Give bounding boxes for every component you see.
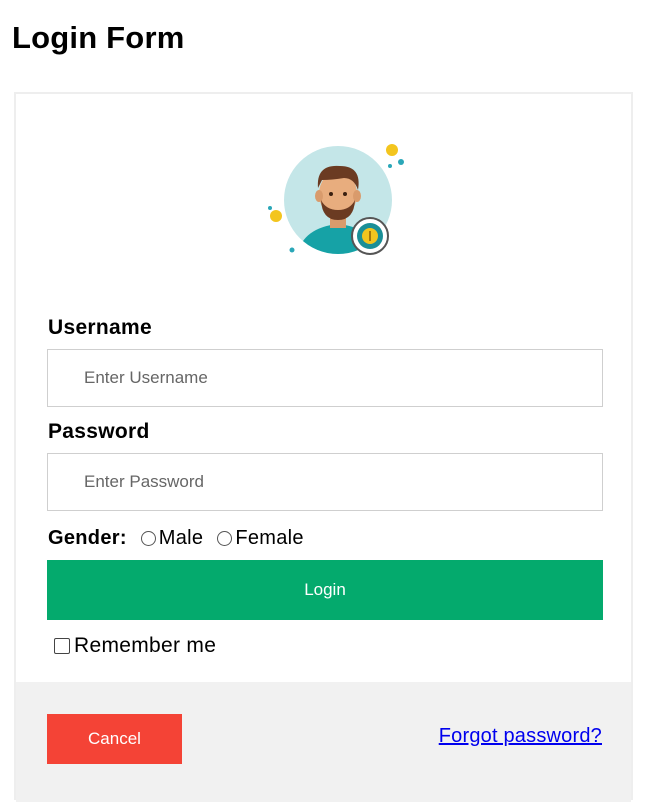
gender-option-male[interactable]: Male (140, 526, 204, 550)
remember-checkbox[interactable] (54, 638, 70, 654)
gender-row: Gender: Male Female (48, 524, 318, 552)
cancel-button[interactable]: Cancel (47, 714, 182, 764)
page-title: Login Form (12, 20, 185, 55)
male-radio[interactable] (140, 530, 156, 546)
username-input[interactable] (47, 349, 603, 407)
user-avatar-icon (268, 144, 404, 255)
remember-me[interactable]: Remember me (54, 634, 216, 658)
female-radio[interactable] (217, 530, 233, 546)
login-card: Username Password Gender: Male Female Lo… (14, 92, 633, 802)
remember-label: Remember me (74, 634, 217, 657)
form-footer: Cancel Forgot password? (16, 682, 631, 802)
username-label: Username (48, 316, 152, 339)
login-button[interactable]: Login (47, 560, 603, 620)
female-label: Female (235, 526, 304, 549)
password-label: Password (48, 420, 150, 443)
forgot-password-link[interactable]: Forgot password? (439, 725, 602, 748)
gender-label: Gender: (48, 526, 127, 549)
password-input[interactable] (47, 453, 603, 511)
avatar (252, 136, 412, 266)
gender-option-female[interactable]: Female (217, 527, 304, 550)
male-label: Male (158, 526, 204, 549)
